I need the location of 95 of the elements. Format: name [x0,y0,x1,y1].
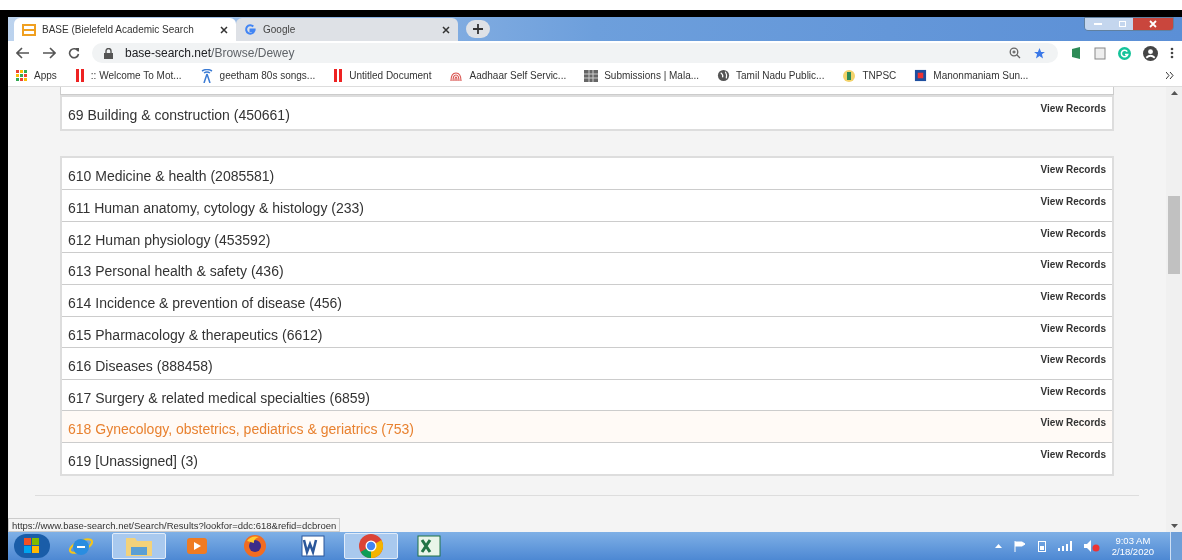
category-link[interactable]: 616 Diseases (888458) [68,356,213,378]
view-records-link[interactable]: View Records [1040,320,1106,336]
excel-icon [416,534,442,558]
double-bar-icon [333,69,344,82]
close-button[interactable] [1133,18,1173,30]
globe-icon [717,69,731,82]
category-row[interactable]: 613 Personal health & safety (436) View Records [62,252,1112,284]
category-link[interactable]: 613 Personal health & safety (436) [68,261,284,283]
plus-icon [473,24,483,34]
forward-icon[interactable] [42,47,56,59]
word-icon [300,534,326,558]
view-records-link[interactable]: View Records [1040,288,1106,304]
apps-grid-icon [16,69,28,82]
category-link[interactable]: 615 Pharmacology & therapeutics (6612) [68,324,323,346]
folder-icon [125,535,153,557]
chrome-icon [358,533,384,559]
close-icon[interactable] [442,25,450,34]
category-link[interactable]: 69 Building & construction (450661) [68,105,290,126]
category-link[interactable]: 619 [Unassigned] (3) [68,450,198,472]
base-logo-icon [22,23,36,36]
view-records-link[interactable]: View Records [1040,446,1106,462]
new-tab-button[interactable] [466,20,490,38]
document-icon[interactable] [1094,46,1106,60]
category-row[interactable]: 612 Human physiology (453592) View Records [62,220,1112,253]
category-row[interactable]: 610 Medicine & health (2085581) View Records [62,157,1112,190]
category-link[interactable]: 610 Medicine & health (2085581) [68,165,275,187]
taskbar-app[interactable] [344,533,398,559]
category-row[interactable]: 614 Incidence & prevention of disease (456) View Records [62,283,1112,316]
windows-logo-icon [24,538,40,554]
scrollbar-thumb[interactable] [1168,195,1180,274]
clock-date: 2/18/2020 [1111,546,1154,557]
emblem-icon [842,68,857,83]
bookmark-item[interactable]: geetham 80s songs... [199,68,316,83]
view-records-link[interactable]: View Records [1040,352,1106,368]
firefox-icon [242,533,268,559]
bookmark-item[interactable]: Untitled Document [333,68,432,83]
view-records-link[interactable]: View Records [1040,101,1106,116]
category-row[interactable]: 611 Human anatomy, cytology & histology (233) View Records [62,189,1112,221]
bookmark-item[interactable]: Manonmaniam Sun... [914,68,1029,83]
bookmark-item[interactable]: Submissions | Mala... [584,68,700,83]
browser-tab[interactable]: Google [236,18,458,41]
category-row[interactable]: 619 [Unassigned] (3) View Records [62,441,1112,474]
category-row[interactable]: 616 Diseases (888458) View Records [62,347,1112,379]
tab-title: Google [263,23,297,37]
google-logo-icon [244,23,257,36]
view-records-link[interactable]: View Records [1040,415,1106,431]
view-records-link[interactable]: View Records [1040,225,1106,241]
bookmark-item[interactable]: :: Welcome To Mot... [74,68,182,83]
scroll-down-icon[interactable] [1170,524,1178,528]
flag-icon[interactable] [1013,540,1026,552]
scroll-up-icon[interactable] [1170,91,1178,95]
signal-icon[interactable] [1057,541,1072,551]
url-text: base-search.net/Browse/Dewey [125,45,295,62]
show-hidden-icons-icon[interactable] [994,544,1002,548]
view-records-link[interactable]: View Records [1040,383,1106,399]
close-icon [1149,20,1157,28]
muted-speaker-icon[interactable] [1083,540,1100,552]
category-row[interactable]: 618 Gynecology, obstetrics, pediatrics & geriatrics (753) View Records [62,410,1112,442]
table-icon [584,69,599,82]
view-records-link[interactable]: View Records [1040,257,1106,273]
tab-title: BASE (Bielefeld Academic Search [42,23,195,37]
category-link[interactable]: 611 Human anatomy, cytology & histology (233) [68,198,364,220]
flag-extension-icon[interactable] [1070,47,1082,59]
category-row[interactable]: 69 Building & construction (450661) View Records [62,97,1112,129]
back-icon[interactable] [16,47,30,59]
scrollbar[interactable] [1166,87,1182,532]
menu-icon[interactable] [1170,47,1174,59]
clock-time: 9:03 AM [1115,535,1151,546]
double-bar-icon [74,69,85,82]
category-link[interactable]: 617 Surgery & related medical specialties (6859) [68,387,370,409]
lock-icon [104,47,113,59]
address-bar[interactable]: base-search.net/Browse/Dewey [92,43,1058,63]
browser-tab[interactable]: BASE (Bielefeld Academic Search [14,18,236,41]
battery-icon[interactable] [1037,540,1046,552]
bookmark-item[interactable]: Tamil Nadu Public... [717,68,825,83]
media-player-icon [185,535,209,557]
view-records-link[interactable]: View Records [1040,194,1106,210]
category-link[interactable]: 612 Human physiology (453592) [68,229,271,251]
close-icon[interactable] [220,25,228,34]
crest-icon [914,69,928,82]
more-bookmarks-icon[interactable] [1166,72,1174,79]
star-icon[interactable] [1033,46,1046,60]
bookmark-item[interactable]: Aadhaar Self Servic... [449,68,567,83]
view-records-link[interactable]: View Records [1040,161,1106,177]
category-link[interactable]: 614 Incidence & prevention of disease (456) [68,292,342,314]
category-row[interactable]: 615 Pharmacology & therapeutics (6612) View Records [62,315,1112,348]
status-url: https://www.base-search.net/Search/Results?lookfor=ddc:618&refid=dcbroen [8,518,341,532]
reload-icon[interactable] [68,47,80,59]
bookmark-item[interactable]: Apps [16,68,57,83]
account-icon[interactable] [1143,45,1158,61]
grammarly-icon[interactable] [1118,46,1131,60]
zoom-icon[interactable] [1009,47,1021,59]
antenna-icon [199,68,214,83]
start-button[interactable] [14,534,50,558]
bookmark-item[interactable]: TNPSC [842,68,897,83]
